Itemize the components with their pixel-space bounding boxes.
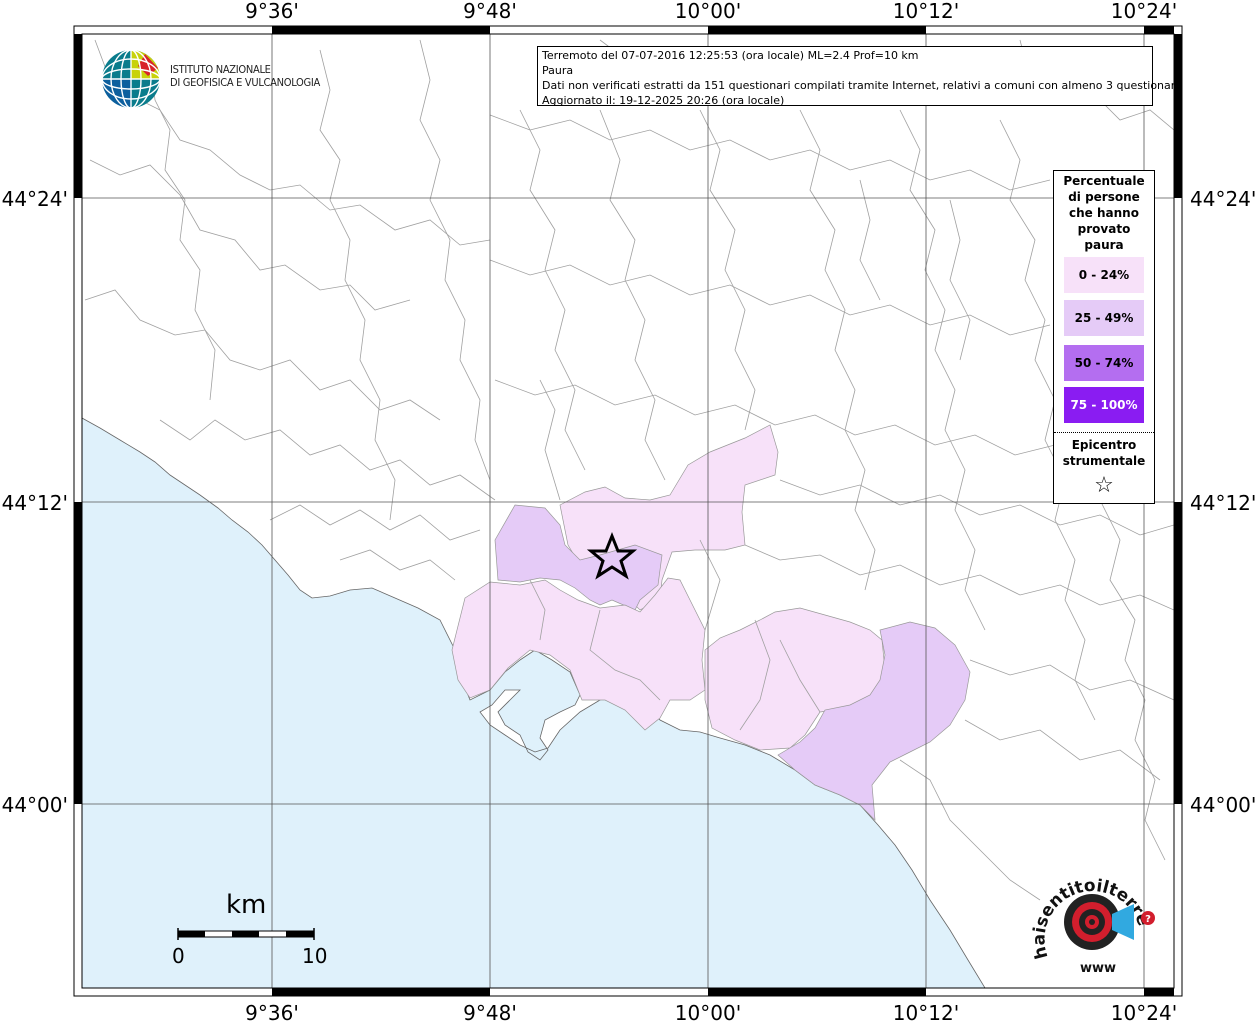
scale-unit: km [226,890,267,920]
lon-tick: 10°24' [1111,1001,1177,1024]
lat-tick: 44°12' [1190,491,1256,515]
haisentito-logo-graphic: haisentitoilterremoto.it ? www [1021,847,1155,976]
ingv-logo: ISTITUTO NAZIONALE DI GEOFISICA E VULCAN… [100,48,330,110]
star-icon: ☆ [1094,473,1114,498]
event-title: Terremoto del 07-07-2016 12:25:53 (ora l… [542,49,919,62]
legend-divider [1054,432,1154,433]
lat-tick: 44°24' [2,187,68,211]
lon-tick: 10°12' [893,1001,959,1024]
legend-class-swatch: 50 - 74% [1064,345,1144,381]
legend-title: Percentuale di persone che hanno provato… [1054,171,1154,253]
haisentito-logo: haisentitoilterremoto.it ? www [1021,847,1165,982]
map-parameter: Paura [542,64,574,77]
data-disclaimer: Dati non verificati estratti da 151 ques… [542,79,1182,92]
lon-tick: 9°36' [245,0,299,23]
legend-class-swatch: 25 - 49% [1064,300,1144,336]
lon-tick: 10°24' [1111,0,1177,23]
lat-tick: 44°12' [2,491,68,515]
lon-tick: 9°48' [463,0,517,23]
lat-tick: 44°24' [1190,187,1256,211]
legend-epicenter-line: strumentale [1062,454,1146,468]
scale-bar: km 0 10 [170,890,330,980]
globe-icon [101,49,161,109]
lon-tick: 10°12' [893,0,959,23]
lon-tick: 10°00' [675,1001,741,1024]
haisentito-url: www [1080,961,1116,976]
ingv-name-line: ISTITUTO NAZIONALE [170,63,271,76]
event-info-box: Terremoto del 07-07-2016 12:25:53 (ora l… [537,46,1182,107]
legend-title-line: che hanno [1069,206,1139,220]
scale-start: 0 [172,944,185,968]
lon-tick: 9°48' [463,1001,517,1024]
legend-class-swatch: 75 - 100% [1064,387,1144,423]
scale-end: 10 [302,944,328,968]
updated-timestamp: Aggiornato il: 19-12-2025 20:26 (ora loc… [542,94,785,107]
legend: Percentuale di persone che hanno provato… [1053,170,1155,504]
legend-epicenter-label: Epicentro strumentale [1054,437,1154,469]
lat-tick-labels-left: 44°24' 44°12' 44°00' [2,187,68,817]
lat-tick: 44°00' [1190,793,1256,817]
legend-epicenter-line: Epicentro [1071,438,1137,452]
legend-title-line: paura [1084,238,1124,252]
lon-tick-labels-bottom: 9°36' 9°48' 10°00' 10°12' 10°24' [245,1001,1177,1024]
legend-title-line: provato [1077,222,1131,236]
legend-title-line: Percentuale [1063,174,1145,188]
lat-tick-labels-right: 44°24' 44°12' 44°00' [1190,187,1256,817]
legend-title-line: di persone [1068,190,1140,204]
ingv-name: ISTITUTO NAZIONALE DI GEOFISICA E VULCAN… [170,63,320,89]
ingv-name-line: DI GEOFISICA E VULCANOLOGIA [170,76,320,89]
lon-tick: 10°00' [675,0,741,23]
lon-tick: 9°36' [245,1001,299,1024]
lon-tick-labels-top: 9°36' 9°48' 10°00' 10°12' 10°24' [245,0,1177,23]
lat-tick: 44°00' [2,793,68,817]
svg-text:?: ? [1145,914,1151,925]
legend-class-swatch: 0 - 24% [1064,257,1144,293]
